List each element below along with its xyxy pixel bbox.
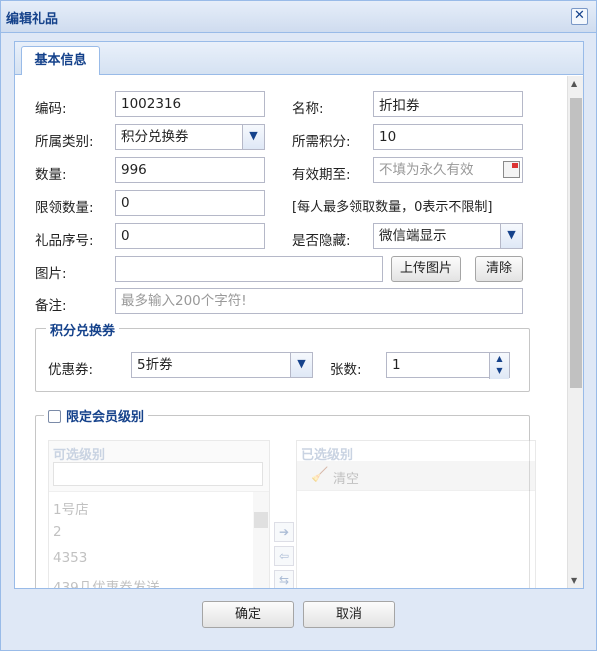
scrollbar-thumb[interactable] [254,512,268,528]
calendar-marker [512,163,518,168]
qty-label: 数量: [35,167,67,183]
list-item[interactable]: 4353 [53,550,87,566]
name-input[interactable] [373,91,523,117]
member-level-picker: 可选级别 1号店 2 4353 439几优惠券发送 ➔ ⇦ ⇆ 已选级别 🧹 清… [36,416,536,588]
chevron-down-icon[interactable]: ▼ [290,353,312,377]
close-icon[interactable]: ✕ [571,8,588,25]
move-left-icon[interactable]: ⇦ [274,546,294,566]
available-levels-grid: 可选级别 1号店 2 4353 439几优惠券发送 [48,440,270,588]
expiry-field [373,157,523,183]
limit-hint: [每人最多领取数量，0表示不限制] [292,200,493,215]
count-label: 张数: [330,362,362,378]
list-item[interactable]: 439几优惠券发送 [53,576,160,588]
list-item[interactable]: 1号店 [53,498,89,518]
hidden-select[interactable]: 微信端显示 ▼ [373,223,523,249]
hidden-label: 是否隐藏: [292,233,351,249]
arrow-down-icon[interactable]: ▼ [490,365,509,377]
count-value: 1 [392,357,401,373]
list-item[interactable]: 2 [53,524,62,540]
clear-image-button[interactable]: 清除 [475,256,523,282]
chevron-down-icon[interactable]: ▼ [242,125,264,149]
calendar-icon[interactable] [503,161,520,178]
tab-panel: 基本信息 编码: 名称: 所属类别: 积分兑换券 ▼ 所需积分: 数量: 有效期… [14,41,584,589]
image-label: 图片: [35,266,67,282]
coupon-select[interactable]: 5折券 ▼ [131,352,313,378]
expiry-input[interactable] [373,157,523,183]
edit-gift-dialog: 编辑礼品 ✕ 基本信息 编码: 名称: 所属类别: 积分兑换券 ▼ 所需积分: … [0,0,597,651]
points-exchange-fieldset: 积分兑换券 优惠券: 5折券 ▼ 张数: 1 ▲ ▼ [35,320,530,392]
coupon-value: 5折券 [137,357,173,373]
panel-scrollbar[interactable]: ▲ ▼ [567,76,583,588]
coupon-label: 优惠券: [48,362,94,378]
form-content: 编码: 名称: 所属类别: 积分兑换券 ▼ 所需积分: 数量: 有效期至: [15,76,570,588]
code-input[interactable] [115,91,265,117]
swap-icon[interactable]: ⇆ [274,570,294,588]
points-exchange-legend: 积分兑换券 [46,320,120,339]
available-search-input[interactable] [53,462,263,486]
tab-basic-info[interactable]: 基本信息 [21,46,100,75]
points-input[interactable] [373,124,523,150]
limit-input[interactable] [115,190,265,216]
category-select[interactable]: 积分兑换券 ▼ [115,124,265,150]
hidden-value: 微信端显示 [379,228,447,244]
available-list: 1号店 2 4353 439几优惠券发送 [49,491,269,588]
image-input[interactable] [115,256,383,282]
scrollbar-thumb[interactable] [570,98,582,388]
ok-button[interactable]: 确定 [202,601,294,628]
move-right-icon[interactable]: ➔ [274,522,294,542]
count-stepper[interactable]: 1 ▲ ▼ [386,352,510,379]
broom-icon: 🧹 [311,467,329,483]
seq-label: 礼品序号: [35,233,94,249]
tab-strip: 基本信息 [15,42,583,75]
expiry-label: 有效期至: [292,167,351,183]
seq-input[interactable] [115,223,265,249]
available-header: 可选级别 [53,448,106,463]
scroll-down-icon[interactable]: ▼ [571,576,577,585]
category-value: 积分兑换券 [121,129,189,145]
arrow-up-icon[interactable]: ▲ [490,353,509,365]
category-label: 所属类别: [35,134,94,150]
qty-input[interactable] [115,157,265,183]
window-title: 编辑礼品 [6,12,59,27]
titlebar: 编辑礼品 ✕ [1,1,596,33]
selected-levels-grid: 已选级别 🧹 清空 [296,440,536,588]
stepper-arrows[interactable]: ▲ ▼ [489,353,509,379]
points-label: 所需积分: [292,134,351,150]
clear-selected-button[interactable]: 清空 [333,468,359,487]
remark-input[interactable] [115,288,523,314]
member-level-fieldset: 限定会员级别 可选级别 1号店 2 4353 439几优惠券发送 ➔ ⇦ ⇆ 已… [35,406,536,588]
selected-toolbar: 🧹 清空 [297,461,535,491]
limit-label: 限领数量: [35,200,94,216]
chevron-down-icon[interactable]: ▼ [500,224,522,248]
code-label: 编码: [35,101,67,117]
available-list-scrollbar[interactable] [253,492,269,588]
name-label: 名称: [292,101,324,117]
remark-label: 备注: [35,298,67,314]
upload-image-button[interactable]: 上传图片 [391,256,461,282]
cancel-button[interactable]: 取消 [303,601,395,628]
scroll-up-icon[interactable]: ▲ [571,79,577,88]
